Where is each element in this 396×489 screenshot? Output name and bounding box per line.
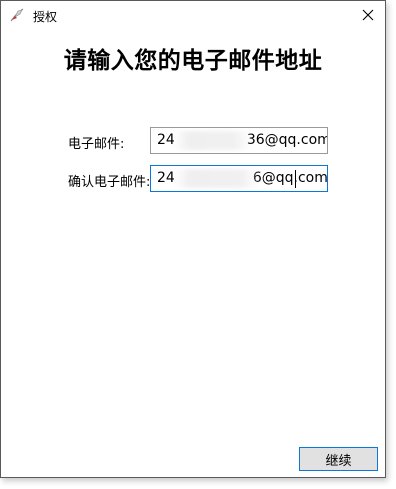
text-caret xyxy=(295,170,296,188)
confirm-email-label: 确认电子邮件: xyxy=(68,175,151,190)
feather-pen-icon xyxy=(9,7,25,23)
email-field[interactable]: 24 36@qq.com xyxy=(150,127,328,154)
email-value-suffix: 36@qq.com xyxy=(246,132,328,148)
close-icon xyxy=(362,6,374,25)
auth-dialog: 授权 请输入您的电子邮件地址 电子邮件: 24 36@qq.com 确认电子邮件:… xyxy=(0,0,386,478)
confirm-email-value-suffix: 6@qq.com xyxy=(252,170,328,186)
email-label: 电子邮件: xyxy=(68,137,125,152)
confirm-email-field[interactable]: 24 6@qq.com xyxy=(150,165,328,192)
title-bar[interactable]: 授权 xyxy=(1,1,385,29)
continue-button[interactable]: 继续 xyxy=(299,447,378,471)
close-button[interactable] xyxy=(351,1,385,29)
window-title: 授权 xyxy=(33,10,58,24)
page-heading: 请输入您的电子邮件地址 xyxy=(63,48,323,74)
